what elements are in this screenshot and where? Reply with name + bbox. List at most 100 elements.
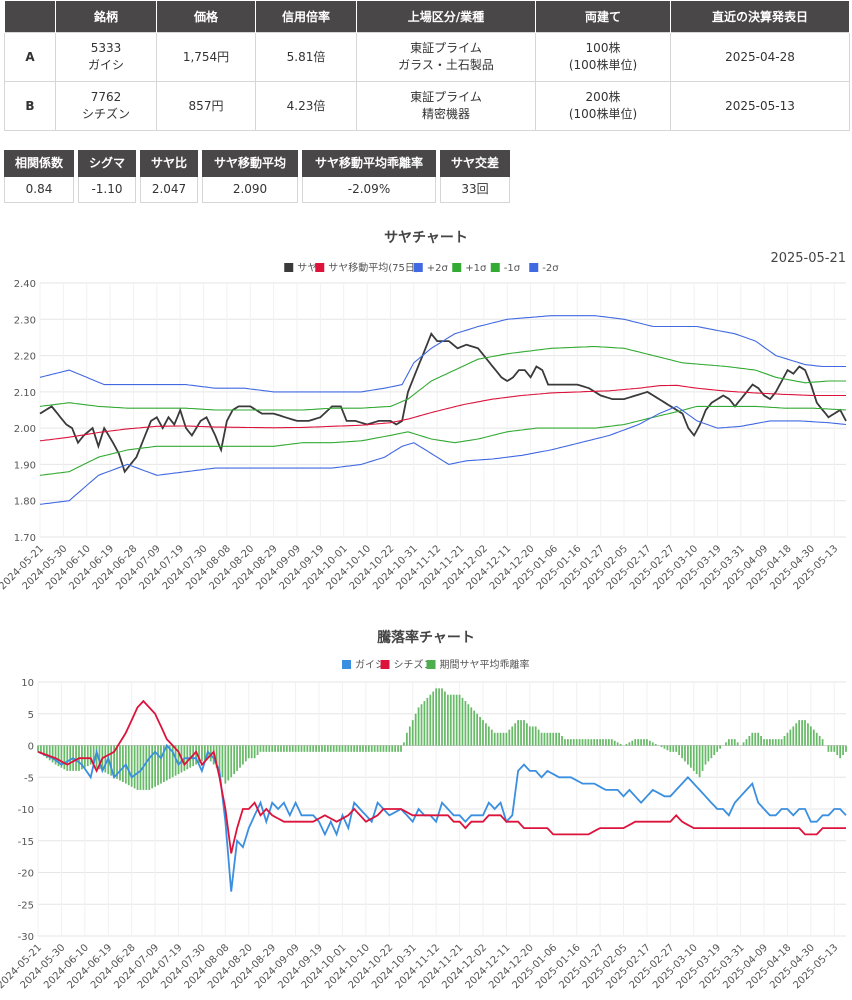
- deviation-bar: [444, 691, 446, 746]
- legend-swatch: [284, 263, 294, 272]
- lots-cell: 200株 (100株単位): [535, 81, 671, 131]
- deviation-bar: [379, 745, 382, 752]
- deviation-bar: [326, 745, 329, 752]
- col-header: 信用倍率: [255, 0, 357, 33]
- lots: 100株: [585, 41, 621, 55]
- industry: 精密機器: [421, 107, 470, 121]
- deviation-bar: [769, 739, 771, 746]
- metric-label: サヤ移動平均: [202, 150, 298, 177]
- deviation-bar: [315, 745, 317, 752]
- y-tick-label: 5: [28, 710, 34, 721]
- deviation-bar: [605, 739, 607, 746]
- deviation-bar: [628, 742, 631, 746]
- deviation-bar: [83, 745, 86, 768]
- deviation-bar: [625, 743, 628, 746]
- deviation-bar: [502, 732, 505, 746]
- metric-ratio: サヤ比 2.047: [140, 150, 198, 203]
- stock-code: 5333: [90, 41, 122, 55]
- legend-swatch: [413, 263, 423, 272]
- deviation-bar: [681, 745, 683, 759]
- lots-cell: 100株 (100株単位): [535, 32, 671, 82]
- deviation-bar: [136, 745, 139, 790]
- deviation-bar: [748, 735, 751, 746]
- deviation-bar: [408, 726, 411, 746]
- y-tick-label: 2.30: [14, 315, 36, 326]
- deviation-bar: [821, 739, 824, 746]
- metric-correlation: 相関係数 0.84: [4, 150, 74, 203]
- deviation-bar: [148, 745, 151, 790]
- deviation-bar: [165, 745, 168, 781]
- deviation-bar: [256, 745, 259, 756]
- deviation-bar: [496, 732, 499, 746]
- deviation-bar: [359, 745, 361, 752]
- series-line: [39, 405, 847, 476]
- deviation-bar: [122, 745, 124, 783]
- y-tick-label: -15: [18, 837, 34, 848]
- deviation-bar: [537, 729, 540, 746]
- deviation-bar: [833, 745, 836, 752]
- deviation-bar: [283, 745, 285, 752]
- stock-cell: 7762 シチズン: [55, 81, 157, 131]
- deviation-bar: [485, 723, 487, 746]
- deviation-bar: [590, 739, 593, 746]
- deviation-bar: [815, 732, 818, 746]
- table-row: B 7762 シチズン 857円 4.23倍 東証プライム 精密機器 200株 (10…: [4, 81, 850, 131]
- deviation-bar: [760, 735, 762, 746]
- deviation-bar: [297, 745, 300, 752]
- deviation-bar: [666, 745, 669, 751]
- deviation-bar: [236, 745, 238, 771]
- deviation-bar: [549, 732, 552, 746]
- deviation-bar: [801, 720, 803, 746]
- legend-swatch: [529, 263, 539, 272]
- deviation-bar: [540, 732, 543, 746]
- legend-label: サヤ移動平均(75日): [328, 261, 419, 274]
- y-tick-label: 2.00: [14, 424, 36, 435]
- deviation-bar: [836, 745, 839, 756]
- deviation-bar: [818, 735, 821, 746]
- deviation-bar: [581, 739, 584, 746]
- deviation-bar: [388, 745, 391, 752]
- series-line: [39, 315, 846, 393]
- legend-label: +2σ: [427, 263, 449, 274]
- deviation-bar: [373, 745, 376, 752]
- deviation-bar: [751, 732, 754, 746]
- deviation-bar: [646, 739, 648, 746]
- metric-value: 2.090: [202, 177, 298, 203]
- deviation-bar: [259, 745, 262, 752]
- y-tick-label: 0: [28, 742, 34, 753]
- deviation-bar: [417, 707, 420, 746]
- deviation-bar: [467, 704, 470, 746]
- metric-sigma: シグマ -1.10: [78, 150, 136, 203]
- deviation-bar: [701, 745, 704, 771]
- deviation-bar: [429, 694, 432, 746]
- deviation-bar: [725, 742, 727, 746]
- deviation-bar: [780, 739, 783, 746]
- deviation-bar: [643, 739, 645, 746]
- deviation-bar: [514, 723, 517, 746]
- deviation-bar: [280, 745, 282, 752]
- deviation-bar: [827, 745, 830, 752]
- market-cell: 東証プライム 精密機器: [356, 81, 536, 131]
- y-tick-label: 2.10: [14, 388, 36, 399]
- deviation-bar: [736, 742, 739, 746]
- deviation-bar: [133, 745, 136, 789]
- deviation-bar: [745, 739, 748, 746]
- deviation-bar: [616, 742, 619, 746]
- series-line: [37, 743, 847, 892]
- deviation-bar: [704, 745, 707, 765]
- y-tick-label: -30: [18, 932, 34, 943]
- deviation-bar: [365, 745, 367, 752]
- deviation-bar: [490, 729, 493, 746]
- metric-value: 2.047: [140, 177, 198, 203]
- deviation-bar: [411, 720, 414, 746]
- legend-label: -1σ: [504, 263, 521, 274]
- legend-swatch: [315, 263, 325, 272]
- legend-swatch: [342, 660, 351, 669]
- deviation-bar: [332, 745, 335, 752]
- metric-label: サヤ交差: [440, 150, 510, 177]
- deviation-bar: [432, 691, 435, 746]
- deviation-bar: [157, 745, 159, 786]
- deviation-bar: [648, 740, 651, 746]
- deviation-bar: [476, 713, 479, 746]
- deviation-bar: [309, 745, 312, 752]
